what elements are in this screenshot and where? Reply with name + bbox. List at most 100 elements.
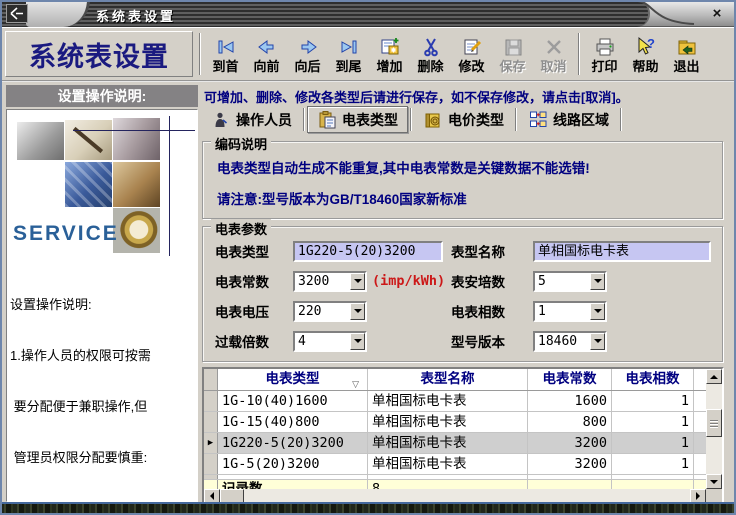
cell-meter-constant: 1600 <box>528 391 612 411</box>
save-button[interactable]: 保存 <box>492 29 533 79</box>
model-version-combobox[interactable]: 18460 <box>533 331 607 352</box>
print-label: 打印 <box>591 59 617 74</box>
go-previous-icon <box>255 35 279 59</box>
grid-footer-row: 记录数 8 <box>204 480 706 489</box>
voltage-label: 电表电压 <box>215 301 293 321</box>
column-header-label: 电表常数 <box>543 371 597 386</box>
horizontal-scrollbar-thumb[interactable] <box>220 489 244 503</box>
column-header-meter-type[interactable]: 电表类型▽ <box>218 369 368 390</box>
column-header-meter-constant[interactable]: 电表常数 <box>528 369 612 390</box>
cancel-button[interactable]: 取消 <box>533 29 574 79</box>
table-row[interactable]: 1G-10(40)1600 单相国标电卡表 1600 1 <box>204 391 706 412</box>
collage-crossline-vertical <box>169 116 170 256</box>
dropdown-button[interactable] <box>590 273 605 290</box>
tab-operators[interactable]: 操作人员 <box>202 106 301 133</box>
meter-params-title: 电表参数 <box>211 219 271 238</box>
ampere-combobox[interactable]: 5 <box>533 271 607 292</box>
params-row: 过载倍数 4 型号版本 18460 <box>215 330 712 352</box>
scroll-up-button[interactable] <box>706 369 722 384</box>
dropdown-button[interactable] <box>350 333 365 350</box>
person-icon <box>211 110 231 130</box>
dropdown-button[interactable] <box>590 303 605 320</box>
meter-type-label: 电表类型 <box>215 241 293 261</box>
print-button[interactable]: 打印 <box>584 29 625 79</box>
triangle-left-icon <box>210 492 214 500</box>
exit-label: 退出 <box>673 59 699 74</box>
svg-text:?: ? <box>647 36 655 51</box>
column-header-model-name[interactable]: 表型名称 <box>368 369 528 390</box>
go-previous-button[interactable]: 向前 <box>246 29 287 79</box>
modify-record-label: 修改 <box>458 59 484 74</box>
tabbar: 操作人员 电表类型 电价类型 线路区域 <box>202 105 726 134</box>
params-row: 电表电压 220 电表相数 1 <box>215 300 712 322</box>
modify-record-icon <box>460 35 484 59</box>
column-header-phase[interactable]: 电表相数 <box>612 369 694 390</box>
photo-tile-keyboard <box>65 162 112 207</box>
go-last-label: 到尾 <box>335 59 361 74</box>
sidebar: 设置操作说明: SERVICE 设置操作说明: 1.操作人员的权限可按需 要分配… <box>5 85 199 502</box>
delete-record-button[interactable]: 删除 <box>410 29 451 79</box>
tab-meter-type[interactable]: 电表类型 <box>307 106 408 133</box>
go-last-button[interactable]: 到尾 <box>328 29 369 79</box>
go-next-label: 向后 <box>294 59 320 74</box>
delete-record-label: 删除 <box>417 59 443 74</box>
dropdown-button[interactable] <box>350 273 365 290</box>
cell-model-name: 单相国标电卡表 <box>368 391 528 411</box>
instruction-line: 设置操作说明: <box>10 296 197 313</box>
cell-phase: 1 <box>612 412 694 432</box>
coding-note-line: 电表类型自动生成不能重复,其中电表常数是关键数据不能选错! <box>217 157 722 177</box>
record-count-value: 8 <box>368 480 528 489</box>
overload-combobox[interactable]: 4 <box>293 331 367 352</box>
tab-line-region[interactable]: 线路区域 <box>519 106 618 133</box>
row-selector[interactable] <box>204 412 218 432</box>
model-name-field[interactable]: 单相国标电卡表 <box>533 241 711 262</box>
overload-value: 4 <box>295 333 350 350</box>
table-row[interactable]: 1G-15(40)800 单相国标电卡表 800 1 <box>204 412 706 433</box>
scroll-right-button[interactable] <box>690 489 706 503</box>
add-record-button[interactable]: 增加 <box>369 29 410 79</box>
horizontal-scrollbar[interactable] <box>204 489 706 503</box>
ampere-value: 5 <box>535 273 590 290</box>
row-selector <box>204 480 218 489</box>
row-selector[interactable] <box>204 391 218 411</box>
params-row: 电表类型 1G220-5(20)3200 表型名称 单相国标电卡表 <box>215 240 712 262</box>
cell-empty <box>368 475 528 479</box>
instruction-line: 1.操作人员的权限可按需 <box>10 347 197 364</box>
scroll-left-button[interactable] <box>204 489 220 503</box>
page-title: 系统表设置 <box>29 35 169 74</box>
toolbar: 系统表设置 到首 向前 向后 到尾 <box>2 27 734 82</box>
phase-combobox[interactable]: 1 <box>533 301 607 322</box>
meter-type-field[interactable]: 1G220-5(20)3200 <box>293 241 443 262</box>
cell-meter-type: 1G-10(40)1600 <box>218 391 368 411</box>
go-next-button[interactable]: 向后 <box>287 29 328 79</box>
cell-empty <box>612 475 694 479</box>
meter-constant-combobox[interactable]: 3200 <box>293 271 367 292</box>
exit-button[interactable]: 退出 <box>666 29 707 79</box>
scrollbar-corner <box>706 489 722 503</box>
table-row[interactable]: 1G-5(20)3200 单相国标电卡表 3200 1 <box>204 454 706 475</box>
scroll-down-button[interactable] <box>706 474 722 489</box>
column-header-label: 电表类型 <box>266 371 320 386</box>
cancel-label: 取消 <box>540 59 566 74</box>
help-button[interactable]: ? 帮助 <box>625 29 666 79</box>
cell-phase: 1 <box>612 433 694 453</box>
page-title-panel: 系统表设置 <box>5 31 193 77</box>
close-button[interactable]: × <box>706 3 728 23</box>
row-selector[interactable] <box>204 454 218 474</box>
photo-tile-watch <box>113 208 160 253</box>
row-selector-current[interactable]: ▶ <box>204 433 218 453</box>
app-logo-icon <box>6 4 28 23</box>
instruction-line: 管理员权限分配要慎重: <box>10 449 197 466</box>
voltage-value: 220 <box>295 303 350 320</box>
dropdown-button[interactable] <box>350 303 365 320</box>
go-first-button[interactable]: 到首 <box>205 29 246 79</box>
meter-params-group: 电表参数 电表类型 1G220-5(20)3200 表型名称 单相国标电卡表 电… <box>202 226 723 362</box>
table-row-selected[interactable]: ▶ 1G220-5(20)3200 单相国标电卡表 3200 1 <box>204 433 706 454</box>
vertical-scrollbar-thumb[interactable] <box>706 409 722 437</box>
vertical-scrollbar[interactable] <box>706 369 722 489</box>
phase-label: 电表相数 <box>451 301 533 321</box>
tab-price-type[interactable]: 电价类型 <box>414 106 513 133</box>
voltage-combobox[interactable]: 220 <box>293 301 367 322</box>
dropdown-button[interactable] <box>590 333 605 350</box>
modify-record-button[interactable]: 修改 <box>451 29 492 79</box>
